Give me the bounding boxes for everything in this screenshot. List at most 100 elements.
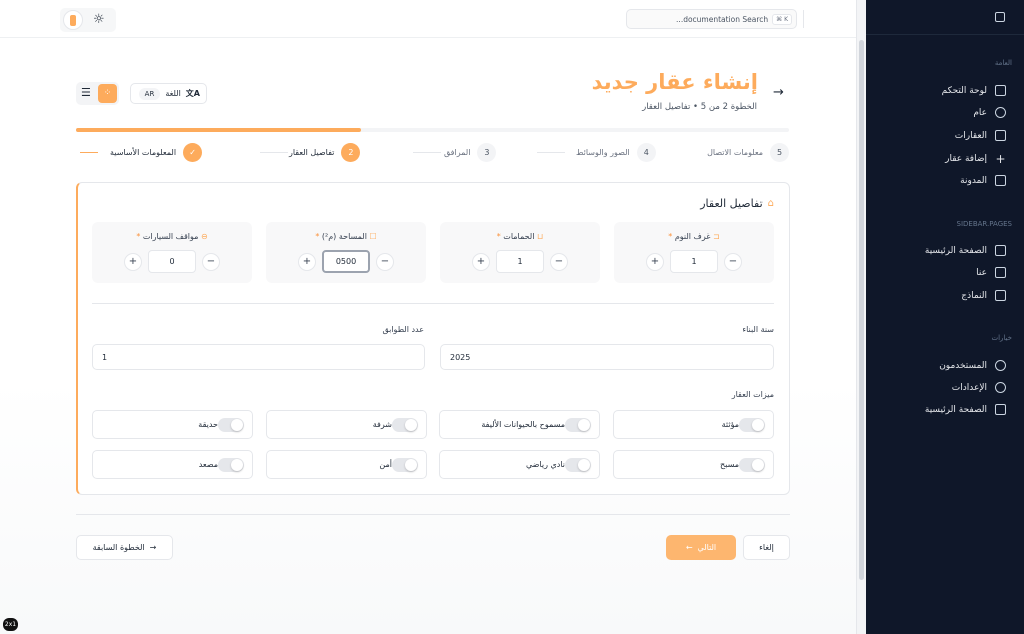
step-1[interactable]: ✓ المعلومات الأساسية xyxy=(110,143,203,162)
feature-furnished[interactable]: مؤثثة xyxy=(613,410,774,439)
toggle-switch[interactable] xyxy=(218,457,244,472)
feature-garden[interactable]: حديقة xyxy=(92,410,253,439)
feature-label: مسبح xyxy=(720,460,739,469)
cancel-button[interactable]: إلغاء xyxy=(743,535,790,560)
label: الإعدادات xyxy=(951,382,987,393)
toggle-switch[interactable] xyxy=(739,417,765,432)
step-connector xyxy=(537,152,565,153)
sidebar-item-home[interactable]: الصفحة الرئيسية xyxy=(925,245,1006,256)
dashboard-icon xyxy=(995,85,1006,96)
increment-button[interactable]: + xyxy=(298,252,316,271)
sidebar-item-blog[interactable]: المدونة xyxy=(960,175,1006,186)
top-controls: ☼ xyxy=(60,8,116,32)
toggle-switch[interactable] xyxy=(392,457,418,472)
plus-icon: + xyxy=(995,152,1006,166)
search-input[interactable]: ...documentation Search ⌘ K xyxy=(626,9,797,29)
step-2[interactable]: 2 تفاصيل العقار xyxy=(289,143,361,162)
bathrooms-input[interactable]: 1 xyxy=(496,250,544,273)
increment-button[interactable]: + xyxy=(646,252,664,271)
bed-icon: ⊏ xyxy=(710,232,720,241)
translate-icon: 文A xyxy=(185,89,200,98)
sidebar-item-about[interactable]: عنا xyxy=(976,267,1006,278)
step-label: معلومات الاتصال xyxy=(707,148,763,157)
grid-view-icon[interactable]: ⁘ xyxy=(98,84,117,103)
arrow-icon: → xyxy=(149,543,157,552)
label-text: غرف النوم xyxy=(674,232,711,241)
area-icon: ☐ xyxy=(366,232,377,241)
bedrooms-input[interactable]: 1 xyxy=(670,250,718,273)
back-arrow-icon[interactable]: → xyxy=(773,85,784,100)
sidebar-item-forms[interactable]: النماذج xyxy=(961,290,1006,301)
decrement-button[interactable]: − xyxy=(376,252,394,271)
feature-pool[interactable]: مسبح xyxy=(613,450,774,479)
toggle-switch[interactable] xyxy=(218,417,244,432)
sidebar-item-properties[interactable]: العقارات xyxy=(955,130,1006,141)
label: الصفحة الرئيسية xyxy=(924,404,987,415)
feature-gym[interactable]: نادي رياضي xyxy=(439,450,600,479)
home-icon xyxy=(995,404,1006,415)
step-4[interactable]: 4 الصور والوسائط xyxy=(576,143,656,162)
floors-input[interactable]: 1 xyxy=(92,344,425,370)
next-button[interactable]: ← التالي xyxy=(666,535,736,560)
bedrooms-label: ⊏ غرف النوم * xyxy=(668,232,720,241)
sidebar-item-dashboard[interactable]: لوحة التحكم xyxy=(942,85,1006,96)
step-3[interactable]: 3 المرافق xyxy=(444,143,497,162)
language-label: اللغة xyxy=(165,89,181,98)
scrollbar-thumb[interactable] xyxy=(859,40,864,580)
label: النماذج xyxy=(961,290,987,301)
decrement-button[interactable]: − xyxy=(202,252,220,271)
increment-button[interactable]: + xyxy=(472,252,490,271)
sidebar-item-general[interactable]: عام xyxy=(973,107,1006,118)
corner-badge: 2x1 xyxy=(3,618,18,631)
step-5[interactable]: 5 معلومات الاتصال xyxy=(707,143,789,162)
sidebar-item-add-property[interactable]: + إضافة عقار xyxy=(945,152,1006,166)
toggle-switch[interactable] xyxy=(565,457,591,472)
parking-input[interactable]: 0 xyxy=(148,250,196,273)
feature-security[interactable]: أمن xyxy=(266,450,427,479)
progress-fill xyxy=(76,128,362,132)
step-number: 3 xyxy=(477,143,497,162)
language-button[interactable]: 文A اللغة AR xyxy=(130,83,207,104)
step-number: 5 xyxy=(770,143,789,162)
increment-button[interactable]: + xyxy=(124,252,142,271)
label: إضافة عقار xyxy=(945,154,987,164)
progress-bar xyxy=(76,128,789,132)
sidebar-item-home-2[interactable]: الصفحة الرئيسية xyxy=(925,404,1006,415)
toggle-switch[interactable] xyxy=(565,417,591,432)
sun-icon[interactable]: ☼ xyxy=(93,12,105,28)
avatar[interactable] xyxy=(63,10,83,30)
decrement-button[interactable]: − xyxy=(550,252,568,271)
year-input[interactable]: 2025 xyxy=(440,344,774,370)
previous-step-button[interactable]: الخطوة السابقة → xyxy=(76,535,173,560)
building-icon xyxy=(995,130,1006,141)
area-input[interactable]: 0500 xyxy=(322,250,370,273)
sidebar: العامة لوحة التحكم عام العقارات + إضافة ع… xyxy=(866,0,1024,634)
scrollbar[interactable] xyxy=(856,0,866,634)
sidebar-item-settings[interactable]: الإعدادات xyxy=(952,382,1006,393)
divider xyxy=(866,34,1024,35)
card-title: ⌂ تفاصيل العقار xyxy=(700,197,774,210)
feature-balcony[interactable]: شرفة xyxy=(266,410,427,439)
search-placeholder: ...documentation Search xyxy=(676,14,769,24)
toggle-switch[interactable] xyxy=(392,417,418,432)
feature-label: نادي رياضي xyxy=(525,460,565,469)
sidebar-item-users[interactable]: المستخدمون xyxy=(939,360,1006,371)
label: المدونة xyxy=(960,175,987,186)
feature-pets[interactable]: مسموح بالحيوانات الأليفة xyxy=(439,410,600,439)
toggle-switch[interactable] xyxy=(739,457,765,472)
decrement-button[interactable]: − xyxy=(724,252,742,271)
prev-label: الخطوة السابقة xyxy=(92,543,145,552)
bathrooms-label: ⊔ الحمامات * xyxy=(496,232,544,241)
next-label: التالي xyxy=(697,543,717,552)
collapse-sidebar-icon[interactable] xyxy=(995,12,1005,22)
step-label: المرافق xyxy=(444,148,471,157)
top-bar: ☼ ...documentation Search ⌘ K xyxy=(0,0,856,38)
label: لوحة التحكم xyxy=(941,85,987,96)
feature-elevator[interactable]: مصعد xyxy=(92,450,253,479)
shortcut-badge: ⌘ K xyxy=(772,13,792,25)
divider xyxy=(76,514,790,515)
step-label: تفاصيل العقار xyxy=(289,148,335,157)
list-view-icon[interactable]: ☰ xyxy=(81,86,91,100)
users-icon xyxy=(995,360,1006,371)
step-label: الصور والوسائط xyxy=(576,148,630,157)
